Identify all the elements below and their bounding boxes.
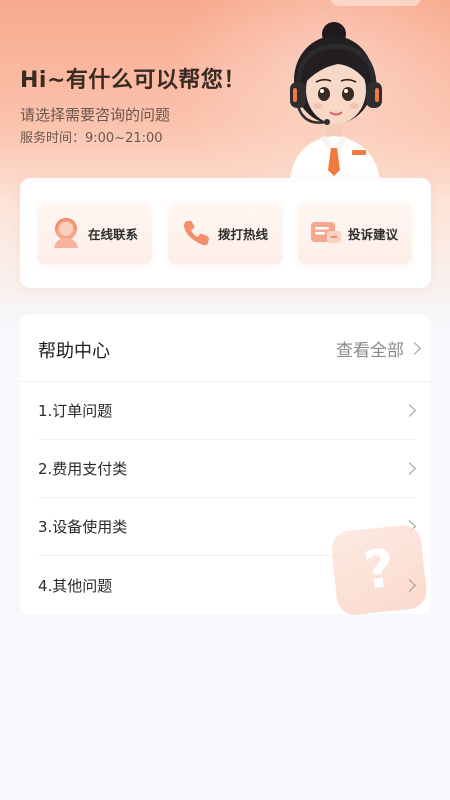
help-item-payment[interactable]: 2.费用支付类: [38, 440, 416, 498]
help-item-label: 4.其他问题: [38, 576, 113, 595]
call-hotline-button[interactable]: 拨打热线: [168, 202, 282, 264]
view-all-link[interactable]: 查看全部: [336, 336, 421, 361]
customer-service-avatar: [290, 22, 382, 178]
online-contact-button[interactable]: 在线联系: [38, 202, 152, 264]
help-item-order[interactable]: 1.订单问题: [38, 382, 416, 440]
phone-icon: [178, 215, 214, 251]
help-item-other[interactable]: 4.其他问题: [38, 556, 416, 614]
complaint-suggestion-button[interactable]: 投诉建议: [298, 202, 412, 264]
chevron-right-icon: [403, 578, 416, 592]
greeting-title: Hi~有什么可以帮您！: [20, 68, 246, 93]
complaint-card-icon: [308, 215, 344, 251]
greeting-subtitle: 请选择需要咨询的问题: [20, 106, 171, 124]
online-contact-label: 在线联系: [88, 226, 139, 242]
chevron-right-icon: [403, 404, 416, 417]
view-all-label: 查看全部: [336, 341, 404, 361]
chevron-right-icon: [403, 462, 416, 475]
chevron-right-icon: [408, 342, 421, 355]
help-center-card: 帮助中心 查看全部 1.订单问题 2.费用支付类 3.设备使用类 4.其他问题: [20, 314, 431, 614]
help-center-header: 帮助中心 查看全部: [20, 314, 431, 382]
service-hours: 服务时间：9:00~21:00: [20, 131, 163, 146]
quick-actions-card: 在线联系 拨打热线 投诉建议: [20, 178, 431, 288]
help-center-title: 帮助中心: [38, 341, 110, 362]
agent-icon: [48, 215, 84, 251]
help-item-label: 2.费用支付类: [38, 460, 128, 478]
complaint-suggestion-label: 投诉建议: [348, 226, 399, 242]
help-item-label: 3.设备使用类: [38, 518, 128, 536]
top-pill: [330, 0, 422, 6]
call-hotline-label: 拨打热线: [218, 226, 269, 242]
help-item-label: 1.订单问题: [38, 402, 113, 420]
